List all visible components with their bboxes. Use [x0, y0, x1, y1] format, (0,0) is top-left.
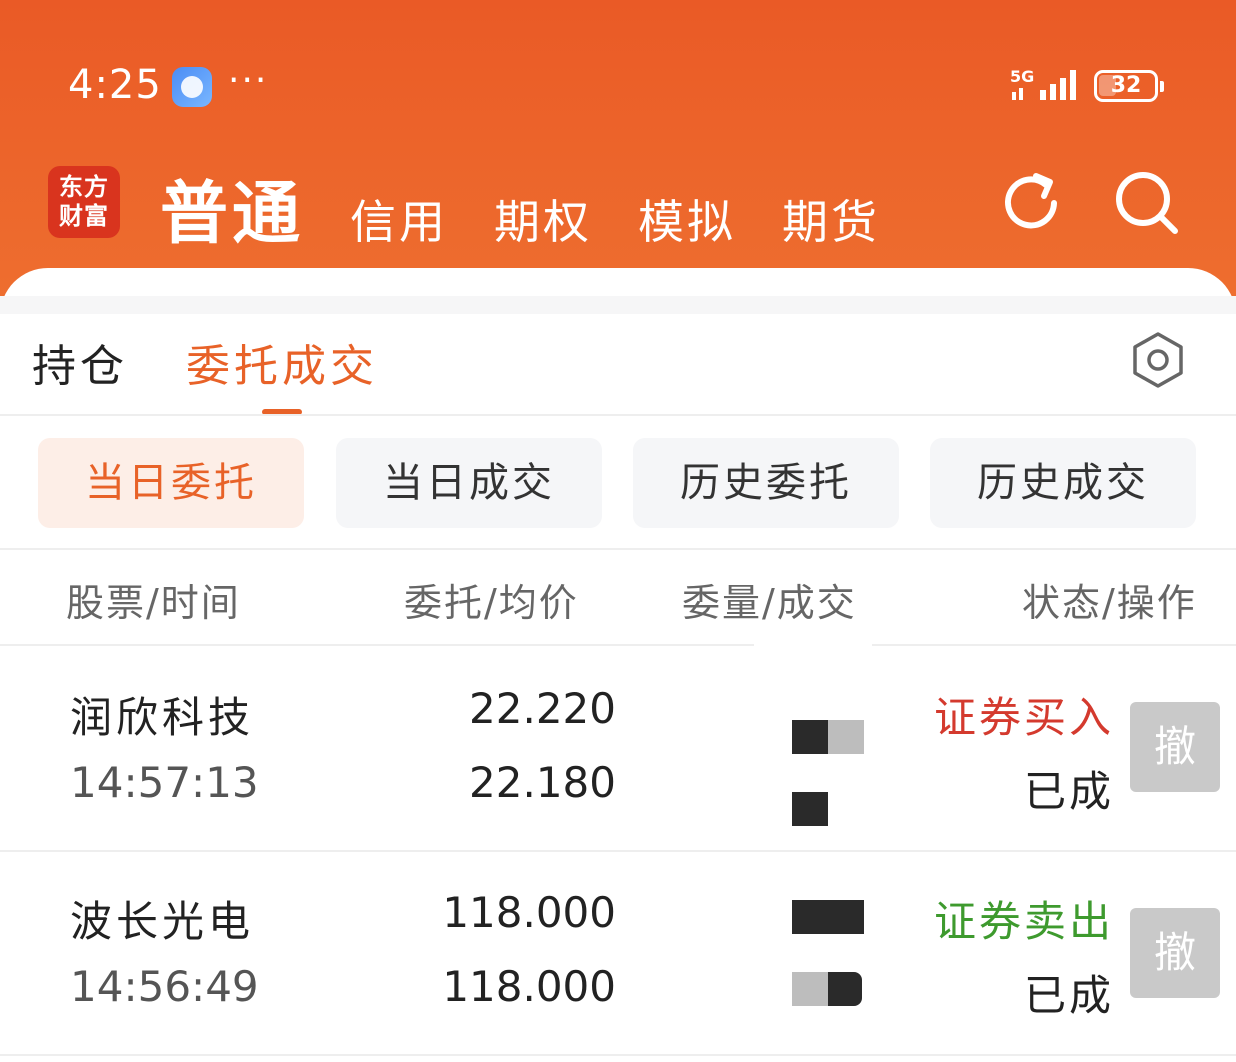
- logo-line1: 东方: [59, 172, 109, 201]
- col-header-stock-time: 股票/时间: [66, 581, 241, 625]
- quantity-mask-column: [754, 644, 872, 1062]
- order-time: 14:57:13: [70, 758, 259, 807]
- order-price: 22.220: [469, 684, 616, 733]
- more-notifications-icon: ···: [228, 60, 269, 101]
- tab-xinyong[interactable]: 信用: [350, 186, 448, 252]
- order-price: 118.000: [442, 888, 616, 937]
- filter-divider: [0, 548, 1236, 550]
- avg-price: 118.000: [442, 962, 616, 1011]
- content-card: 持仓 委托成交 当日委托 当日成交 历史委托 历史成交 股票/时间 委托/均价 …: [0, 268, 1236, 1062]
- app-header: 4:25 ··· 5G 32 东方 财富 普通 信用 期权 模拟 期货: [0, 0, 1236, 300]
- order-time: 14:56:49: [70, 962, 259, 1011]
- order-status: 已成: [1023, 767, 1114, 816]
- avg-price: 22.180: [469, 758, 616, 807]
- filter-today-trades[interactable]: 当日成交: [336, 438, 602, 528]
- filter-history-orders[interactable]: 历史委托: [633, 438, 899, 528]
- battery-icon: 32: [1094, 70, 1164, 102]
- quantity-mask: [792, 900, 864, 934]
- settings-gear-icon[interactable]: [1126, 328, 1190, 392]
- cancel-order-button[interactable]: 撤: [1130, 702, 1220, 792]
- status-bar: 4:25 ··· 5G 32: [0, 0, 1236, 150]
- subtab-divider: [0, 414, 1236, 416]
- trade-side: 证券买入: [933, 693, 1114, 742]
- stock-name: 波长光电: [70, 897, 255, 946]
- filled-mask: [828, 972, 862, 1006]
- status-time: 4:25: [68, 62, 162, 108]
- trade-side: 证券卖出: [933, 897, 1114, 946]
- subtab-holdings[interactable]: 持仓: [32, 330, 128, 394]
- refresh-icon[interactable]: [996, 168, 1066, 238]
- quantity-mask: [792, 720, 828, 754]
- row-divider: [0, 1054, 1236, 1056]
- filled-mask: [792, 972, 828, 1006]
- tab-qiquan[interactable]: 期权: [494, 186, 592, 252]
- quantity-mask: [828, 720, 864, 754]
- eastmoney-logo[interactable]: 东方 财富: [48, 166, 120, 238]
- col-header-order-avg-price: 委托/均价: [404, 581, 579, 625]
- filter-today-orders[interactable]: 当日委托: [38, 438, 304, 528]
- col-header-qty-filled: 委量/成交: [682, 581, 857, 625]
- search-icon[interactable]: [1112, 168, 1182, 238]
- signal-5g-icon: 5G: [1010, 67, 1076, 100]
- browser-notification-icon: [172, 67, 212, 107]
- col-header-status-action: 状态/操作: [1022, 581, 1197, 625]
- tab-putong[interactable]: 普通: [160, 158, 304, 257]
- logo-line2: 财富: [59, 201, 109, 230]
- subtab-orders-trades[interactable]: 委托成交: [186, 330, 378, 394]
- tab-moni[interactable]: 模拟: [638, 186, 736, 252]
- stock-name: 润欣科技: [70, 693, 255, 742]
- filter-history-trades[interactable]: 历史成交: [930, 438, 1196, 528]
- row-divider: [0, 850, 1236, 852]
- filled-mask: [792, 792, 828, 826]
- card-top-strip: [0, 296, 1236, 314]
- cancel-order-button[interactable]: 撤: [1130, 908, 1220, 998]
- battery-percent: 32: [1110, 73, 1142, 98]
- network-label: 5G: [1010, 67, 1034, 86]
- order-status: 已成: [1023, 971, 1114, 1020]
- header-row-divider: [0, 644, 1236, 646]
- tab-qihuo[interactable]: 期货: [782, 186, 880, 252]
